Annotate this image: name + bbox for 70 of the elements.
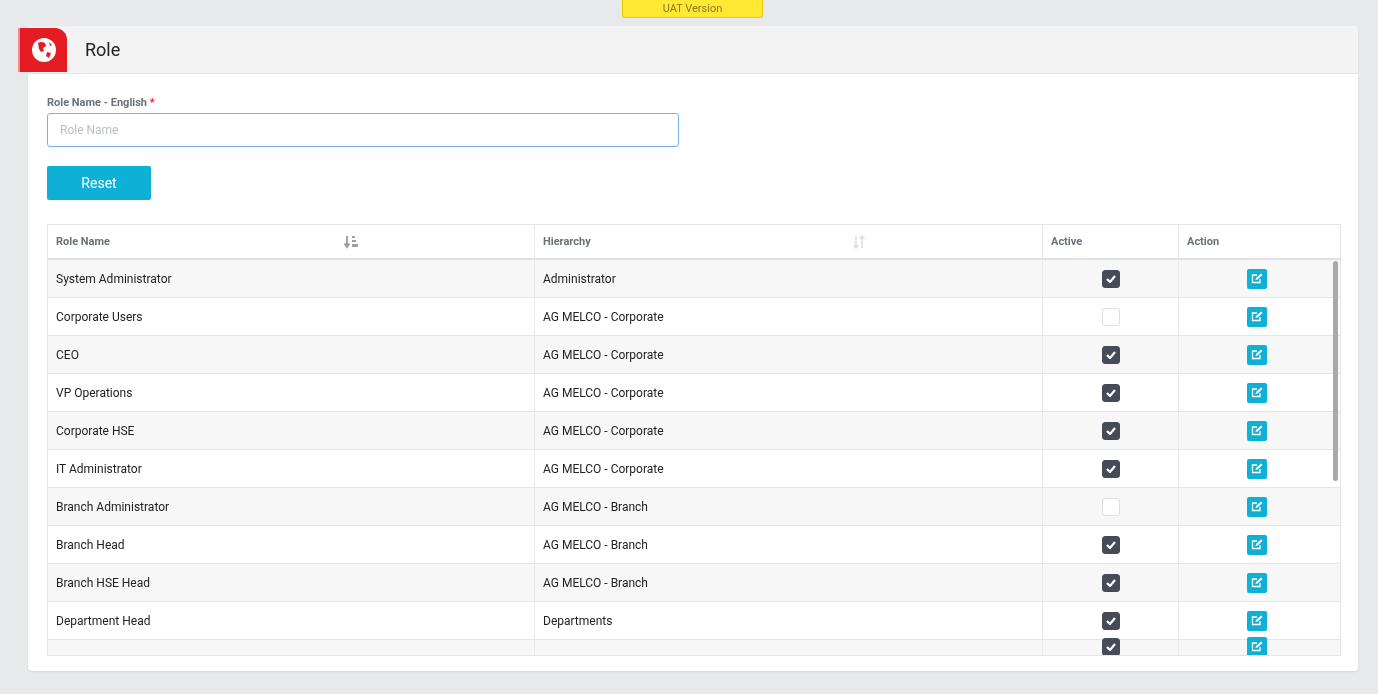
active-checkbox[interactable]: [1101, 611, 1120, 630]
edit-icon: [1250, 577, 1263, 588]
role-name-cell: Department Head: [56, 613, 151, 628]
edit-button[interactable]: [1246, 610, 1267, 631]
role-name-cell: VP Operations: [56, 385, 133, 400]
edit-icon: [1250, 501, 1263, 512]
edit-button[interactable]: [1246, 496, 1267, 517]
sort-icon[interactable]: [852, 234, 866, 249]
role-name-field[interactable]: Role Name: [47, 113, 679, 147]
role-name-cell: IT Administrator: [56, 461, 142, 476]
hierarchy-cell: AG MELCO - Branch: [543, 537, 648, 552]
hierarchy-cell: AG MELCO - Corporate: [543, 461, 664, 476]
checkmark-icon: [1105, 388, 1116, 397]
checkmark-icon: [1105, 578, 1116, 587]
hierarchy-cell: Administrator: [543, 271, 616, 286]
edit-icon: [1250, 463, 1263, 474]
active-checkbox[interactable]: [1101, 573, 1120, 592]
active-checkbox[interactable]: [1101, 421, 1120, 440]
column-header[interactable]: Action: [1179, 225, 1340, 258]
column-header[interactable]: Hierarchy: [535, 225, 1043, 258]
reset-button[interactable]: Reset: [47, 166, 151, 200]
scrollbar[interactable]: [1333, 261, 1338, 481]
hierarchy-cell: Departments: [543, 613, 613, 628]
role-name-cell: Branch Administrator: [56, 499, 170, 514]
edit-button[interactable]: [1246, 420, 1267, 441]
role-name-cell: Branch Head: [56, 537, 125, 552]
edit-icon: [1250, 539, 1263, 550]
hierarchy-cell: AG MELCO - Branch: [543, 575, 648, 590]
edit-button[interactable]: [1246, 306, 1267, 327]
edit-icon: [1250, 349, 1263, 360]
edit-button[interactable]: [1246, 382, 1267, 403]
edit-icon: [1250, 641, 1263, 652]
hierarchy-cell: AG MELCO - Branch: [543, 499, 648, 514]
checkmark-icon: [1105, 616, 1116, 625]
active-checkbox[interactable]: [1101, 459, 1120, 478]
edit-icon: [1250, 273, 1263, 284]
checkmark-icon: [1105, 642, 1116, 651]
checkmark-icon: [1105, 426, 1116, 435]
checkmark-icon: [1105, 350, 1116, 359]
edit-button[interactable]: [1246, 534, 1267, 555]
edit-icon: [1250, 387, 1263, 398]
checkmark-icon: [1105, 464, 1116, 473]
edit-button[interactable]: [1246, 458, 1267, 479]
active-checkbox[interactable]: [1101, 535, 1120, 554]
edit-icon: [1250, 425, 1263, 436]
active-checkbox[interactable]: [1101, 383, 1120, 402]
role-name-cell: CEO: [56, 347, 79, 362]
sort-icon[interactable]: [344, 234, 358, 249]
version-badge: UAT Version: [622, 0, 763, 18]
role-name-cell: Branch HSE Head: [56, 575, 151, 590]
role-name-cell: System Administrator: [56, 271, 172, 286]
edit-button[interactable]: [1246, 572, 1267, 593]
edit-button[interactable]: [1246, 344, 1267, 365]
checkmark-icon: [1105, 540, 1116, 549]
edit-button[interactable]: [1246, 268, 1267, 289]
hierarchy-cell: AG MELCO - Corporate: [543, 309, 664, 324]
role-name-cell: Corporate HSE: [56, 423, 135, 438]
role-name-cell: Corporate Users: [56, 309, 143, 324]
edit-icon: [1250, 311, 1263, 322]
column-header[interactable]: Active: [1043, 225, 1179, 258]
active-checkbox[interactable]: [1101, 345, 1120, 364]
page-title: Role: [85, 39, 121, 60]
checkmark-icon: [1105, 274, 1116, 283]
edit-icon: [1250, 615, 1263, 626]
active-checkbox[interactable]: [1101, 269, 1120, 288]
column-header[interactable]: Role Name: [48, 225, 535, 258]
field-label: Role Name - English *: [47, 96, 155, 109]
hierarchy-cell: AG MELCO - Corporate: [543, 423, 664, 438]
hierarchy-cell: AG MELCO - Corporate: [543, 385, 664, 400]
hierarchy-cell: AG MELCO - Corporate: [543, 347, 664, 362]
